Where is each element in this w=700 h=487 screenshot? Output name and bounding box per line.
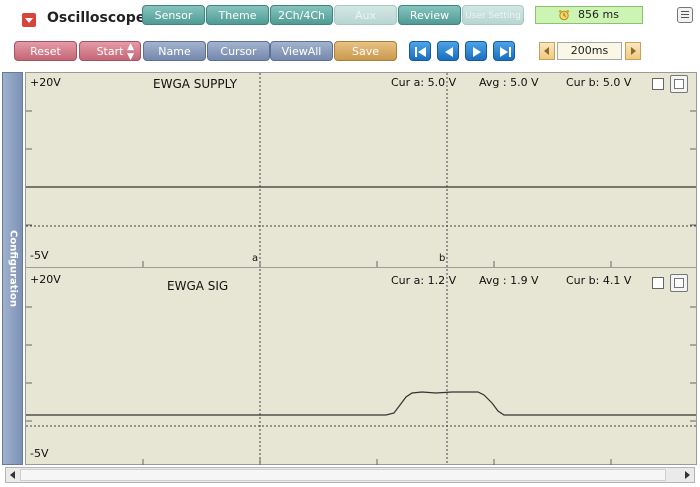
channel-2-grid (26, 269, 696, 465)
cursor-button[interactable]: Cursor (207, 41, 270, 61)
tab-theme[interactable]: Theme (206, 5, 269, 25)
chevron-left-icon (544, 47, 549, 55)
channel-2-top-label: +20V (30, 273, 61, 286)
tab-review[interactable]: Review (398, 5, 461, 25)
oscilloscope-logo-icon[interactable] (22, 13, 36, 27)
channel-2-expand-icon[interactable] (670, 274, 688, 292)
channel-2-bottom-label: -5V (30, 447, 49, 460)
start-button[interactable]: Start ▲ ▼ (79, 41, 141, 62)
channel-panel-1[interactable]: +20V -5V EWGA SUPPLY Cur a: 5.0 V Avg : … (26, 73, 696, 267)
channel-1-cursor-a-value: Cur a: 5.0 V (391, 76, 457, 89)
channel-1-grid (26, 73, 696, 267)
step-forward-icon (473, 47, 481, 57)
tab-2ch-4ch[interactable]: 2Ch/4Ch (270, 5, 333, 25)
channel-1-name[interactable]: EWGA SUPPLY (153, 77, 237, 91)
channel-2-trace (26, 391, 696, 416)
skip-first-icon (415, 47, 426, 57)
save-button[interactable]: Save (334, 41, 397, 61)
channel-2-cursor-a-value: Cur a: 1.2 V (391, 274, 457, 287)
menu-icon[interactable] (677, 7, 693, 23)
step-back-button[interactable] (437, 41, 459, 61)
channel-2-cursor-b-value: Cur b: 4.1 V (566, 274, 632, 287)
alarm-clock-icon (558, 9, 570, 21)
reset-button[interactable]: Reset (14, 41, 77, 61)
timer-display: 856 ms (535, 6, 643, 24)
cursor-b-marker[interactable]: b (439, 253, 445, 264)
scrollbar-thumb[interactable] (20, 469, 666, 481)
chevron-right-icon (631, 47, 636, 55)
cursor-a-marker[interactable]: a (252, 253, 258, 264)
step-forward-button[interactable] (465, 41, 487, 61)
toolbar: Oscilloscope Sensor Theme 2Ch/4Ch Aux Re… (0, 0, 700, 70)
skip-last-button[interactable] (493, 41, 515, 61)
scope-display[interactable]: +20V -5V EWGA SUPPLY Cur a: 5.0 V Avg : … (25, 72, 697, 465)
timebase-increase-button[interactable] (625, 42, 641, 60)
timebase-decrease-button[interactable] (539, 42, 555, 60)
channel-1-bottom-label: -5V (30, 249, 49, 262)
step-back-icon (445, 47, 453, 57)
channel-2-checkbox[interactable] (652, 277, 664, 289)
sidebar-label: Configuration (7, 230, 19, 307)
tab-sensor[interactable]: Sensor (142, 5, 205, 25)
channel-1-cursor-b-value: Cur b: 5.0 V (566, 76, 632, 89)
name-button[interactable]: Name (143, 41, 206, 61)
tab-aux: Aux (334, 5, 397, 25)
configuration-sidebar[interactable]: Configuration (2, 72, 23, 465)
tab-user-setting: User Setting (462, 5, 524, 25)
channel-1-expand-icon[interactable] (670, 75, 688, 93)
start-label: Start (96, 45, 124, 58)
channel-1-average-value: Avg : 5.0 V (479, 76, 539, 89)
viewall-button[interactable]: ViewAll (270, 41, 333, 61)
timer-value: 856 ms (578, 8, 619, 21)
channel-1-top-label: +20V (30, 76, 61, 89)
skip-first-button[interactable] (409, 41, 431, 61)
timebase-field[interactable]: 200ms (557, 42, 622, 60)
scroll-left-icon[interactable] (8, 470, 18, 480)
skip-last-icon (500, 47, 511, 57)
start-stepper-icon[interactable]: ▲ ▼ (127, 42, 134, 62)
channel-1-checkbox[interactable] (652, 78, 664, 90)
channel-2-name[interactable]: EWGA SIG (167, 279, 228, 293)
app-title: Oscilloscope (47, 10, 146, 26)
scroll-right-icon[interactable] (682, 470, 692, 480)
channel-2-average-value: Avg : 1.9 V (479, 274, 539, 287)
channel-divider (26, 267, 696, 268)
channel-panel-2[interactable]: +20V -5V EWGA SIG Cur a: 1.2 V Avg : 1.9… (26, 269, 696, 465)
horizontal-scrollbar[interactable] (5, 467, 695, 483)
